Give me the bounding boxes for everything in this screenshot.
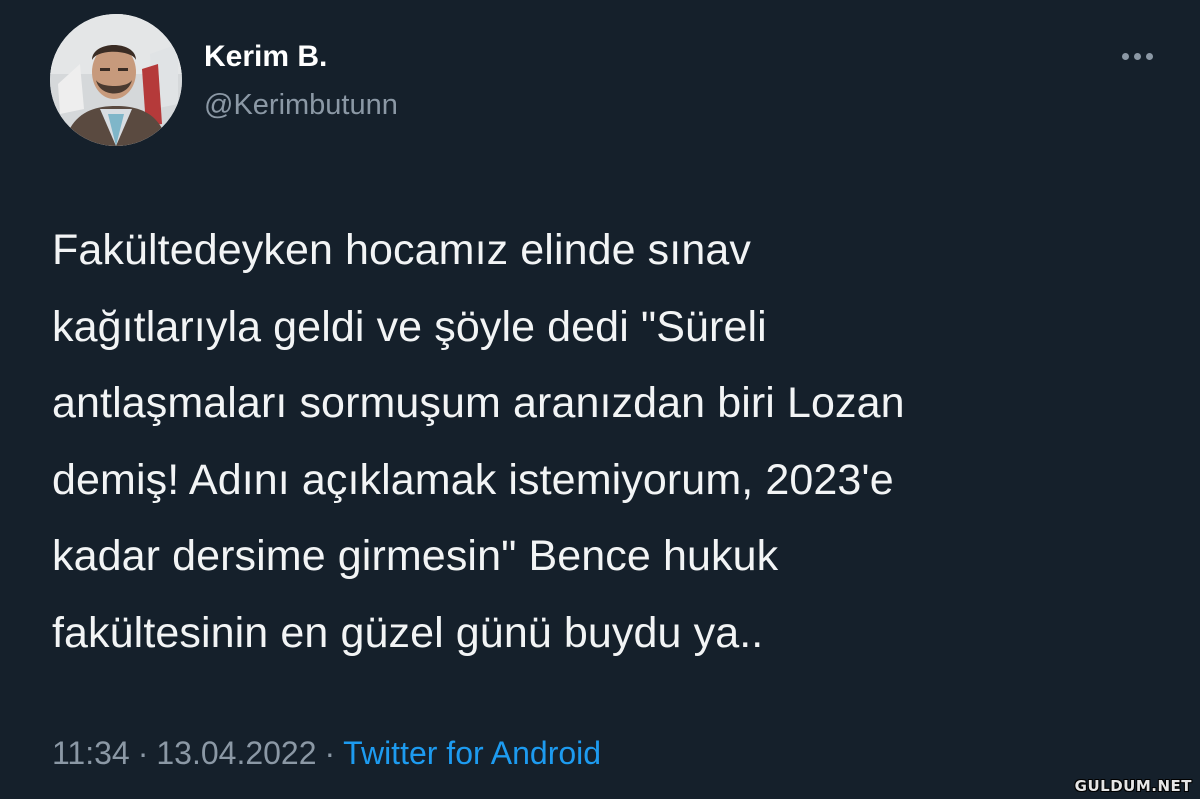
tweet-date[interactable]: 13.04.2022 xyxy=(156,735,316,771)
separator: · xyxy=(324,735,336,771)
avatar[interactable] xyxy=(50,14,182,146)
dot xyxy=(1121,52,1129,60)
tweet-meta: 11:34 · 13.04.2022 · Twitter for Android xyxy=(52,732,601,774)
tweet-time[interactable]: 11:34 xyxy=(52,735,130,771)
tweet-source-link[interactable]: Twitter for Android xyxy=(343,735,601,771)
tweet-text-line: fakültesinin en güzel günü buydu ya.. xyxy=(52,608,764,657)
tweet-text-line: antlaşmaları sormuşum aranızdan biri Loz… xyxy=(52,379,905,427)
separator: · xyxy=(137,735,149,771)
tweet-text-line: kağıtlarıyla geldi ve şöyle dedi "Süreli xyxy=(52,302,767,351)
display-name[interactable]: Kerim B. xyxy=(204,38,327,76)
tweet-text-line: kadar dersime girmesin" Bence hukuk xyxy=(52,532,779,580)
ellipsis-icon[interactable] xyxy=(1114,44,1160,68)
tweet-text-line: Fakültedeyken hocamız elinde sınav xyxy=(52,226,751,274)
watermark: GULDUM.NET xyxy=(1074,777,1192,795)
dot xyxy=(1133,52,1141,60)
tweet-text-line: demiş! Adını açıklamak istemiyorum, 2023… xyxy=(52,455,894,504)
profile-photo-avatar xyxy=(50,14,182,146)
tweet-text: Fakültedeyken hocamız elinde sınav kağıt… xyxy=(52,212,1172,671)
user-handle[interactable]: @Kerimbutunn xyxy=(204,86,398,124)
dot xyxy=(1145,52,1153,60)
